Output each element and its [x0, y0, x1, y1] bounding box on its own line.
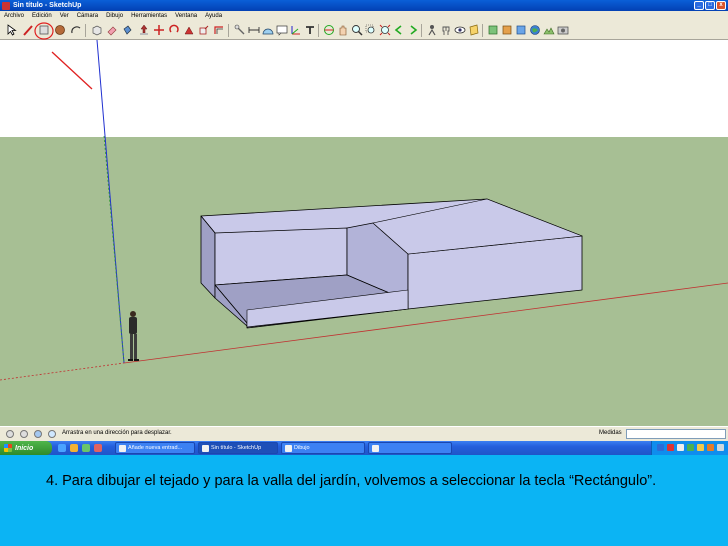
task-document[interactable]: [368, 442, 452, 454]
toolbar-separator: [482, 24, 483, 37]
next-view-icon[interactable]: [407, 24, 419, 36]
arc-icon[interactable]: [70, 24, 82, 36]
system-tray: [651, 441, 728, 455]
follow-me-icon[interactable]: [183, 24, 195, 36]
tape-measure-icon[interactable]: [234, 24, 246, 36]
user-icon[interactable]: [34, 430, 42, 438]
help-icon[interactable]: [48, 430, 56, 438]
tray-security-icon[interactable]: [667, 444, 674, 451]
task-paint[interactable]: Dibujo: [281, 442, 365, 454]
task-browser[interactable]: Añade nueva entrad...: [115, 442, 195, 454]
section-plane-icon[interactable]: [468, 24, 480, 36]
toolbar-separator: [318, 24, 319, 37]
photo-textures-icon[interactable]: [557, 24, 569, 36]
title-bar[interactable]: Sin título - SketchUp _ □ x: [0, 0, 728, 11]
toolbar-separator: [228, 24, 229, 37]
task-label: Dibujo: [294, 445, 310, 451]
measurements-input[interactable]: [626, 429, 726, 439]
menu-archivo[interactable]: Archivo: [0, 13, 28, 19]
text-icon[interactable]: [276, 24, 288, 36]
start-button[interactable]: Inicio: [0, 441, 52, 455]
rotate-icon[interactable]: [168, 24, 180, 36]
menu-bar: Archivo Edición Ver Cámara Dibujo Herram…: [0, 11, 728, 21]
taskbar: Inicio Añade nueva entrad... Sin título …: [0, 441, 728, 455]
get-models-icon[interactable]: [487, 24, 499, 36]
model-scene: [0, 40, 728, 426]
menu-ventana[interactable]: Ventana: [171, 13, 201, 19]
ie-quicklaunch-icon[interactable]: [58, 444, 66, 452]
credits-icon[interactable]: [20, 430, 28, 438]
protractor-icon[interactable]: [262, 24, 274, 36]
geo-location-icon[interactable]: [6, 430, 14, 438]
previous-view-icon[interactable]: [393, 24, 405, 36]
status-bar: Arrastra en una dirección para desplazar…: [0, 426, 728, 441]
paint-bucket-icon[interactable]: [121, 24, 133, 36]
tray-app-icon[interactable]: [707, 444, 714, 451]
toggle-terrain-icon[interactable]: [543, 24, 555, 36]
sky: [0, 40, 728, 137]
zoom-window-icon[interactable]: [365, 24, 377, 36]
measurements-label: Medidas: [599, 430, 622, 436]
maximize-button[interactable]: □: [705, 1, 715, 10]
select-icon[interactable]: [6, 24, 18, 36]
caption-text: 4. Para dibujar el tejado y para la vall…: [46, 473, 657, 489]
make-component-icon[interactable]: [91, 24, 103, 36]
google-earth-icon[interactable]: [529, 24, 541, 36]
scale-icon[interactable]: [198, 24, 210, 36]
media-quicklaunch-icon[interactable]: [70, 444, 78, 452]
zoom-extents-icon[interactable]: [379, 24, 391, 36]
sketchup-window: Sin título - SketchUp _ □ x Archivo Edic…: [0, 0, 728, 441]
menu-ver[interactable]: Ver: [56, 13, 73, 19]
drawing-viewport[interactable]: [0, 40, 728, 426]
look-around-icon[interactable]: [454, 24, 466, 36]
status-hint: Arrastra en una dirección para desplazar…: [62, 430, 172, 436]
menu-camara[interactable]: Cámara: [73, 13, 102, 19]
close-button[interactable]: x: [716, 1, 726, 10]
position-camera-icon[interactable]: [426, 24, 438, 36]
start-label: Inicio: [15, 444, 34, 452]
desktop-quicklaunch-icon[interactable]: [82, 444, 90, 452]
orbit-icon[interactable]: [323, 24, 335, 36]
tutorial-caption: 4. Para dibujar el tejado y para la vall…: [0, 455, 728, 546]
tray-volume-icon[interactable]: [697, 444, 704, 451]
tray-network-icon[interactable]: [677, 444, 684, 451]
minimize-button[interactable]: _: [694, 1, 704, 10]
windows-logo-icon: [4, 444, 12, 452]
menu-ayuda[interactable]: Ayuda: [201, 13, 226, 19]
task-label: Añade nueva entrad...: [128, 445, 183, 451]
toolbar: [0, 21, 728, 40]
tray-word-icon[interactable]: [657, 444, 664, 451]
menu-edicion[interactable]: Edición: [28, 13, 56, 19]
toolbar-separator: [85, 24, 86, 37]
tray-misc-icon[interactable]: [717, 444, 724, 451]
tray-update-icon[interactable]: [687, 444, 694, 451]
push-pull-icon[interactable]: [138, 24, 150, 36]
task-sketchup[interactable]: Sin título - SketchUp: [198, 442, 278, 454]
task-label: Sin título - SketchUp: [211, 445, 262, 451]
zoom-icon[interactable]: [351, 24, 363, 36]
pan-icon[interactable]: [337, 24, 349, 36]
toolbar-separator: [421, 24, 422, 37]
menu-herramientas[interactable]: Herramientas: [127, 13, 171, 19]
app-quicklaunch-icon[interactable]: [94, 444, 102, 452]
share-model-icon[interactable]: [501, 24, 513, 36]
dimension-icon[interactable]: [248, 24, 260, 36]
menu-dibujo[interactable]: Dibujo: [102, 13, 127, 19]
eraser-icon[interactable]: [106, 24, 118, 36]
3d-text-icon[interactable]: [304, 24, 316, 36]
window-title: Sin título - SketchUp: [13, 2, 82, 9]
move-icon[interactable]: [153, 24, 165, 36]
sketchup-app-icon: [2, 1, 10, 10]
axes-icon[interactable]: [290, 24, 302, 36]
rectangle-highlight-circle: [34, 22, 54, 40]
walk-icon[interactable]: [440, 24, 452, 36]
share-component-icon[interactable]: [515, 24, 527, 36]
offset-icon[interactable]: [213, 24, 225, 36]
